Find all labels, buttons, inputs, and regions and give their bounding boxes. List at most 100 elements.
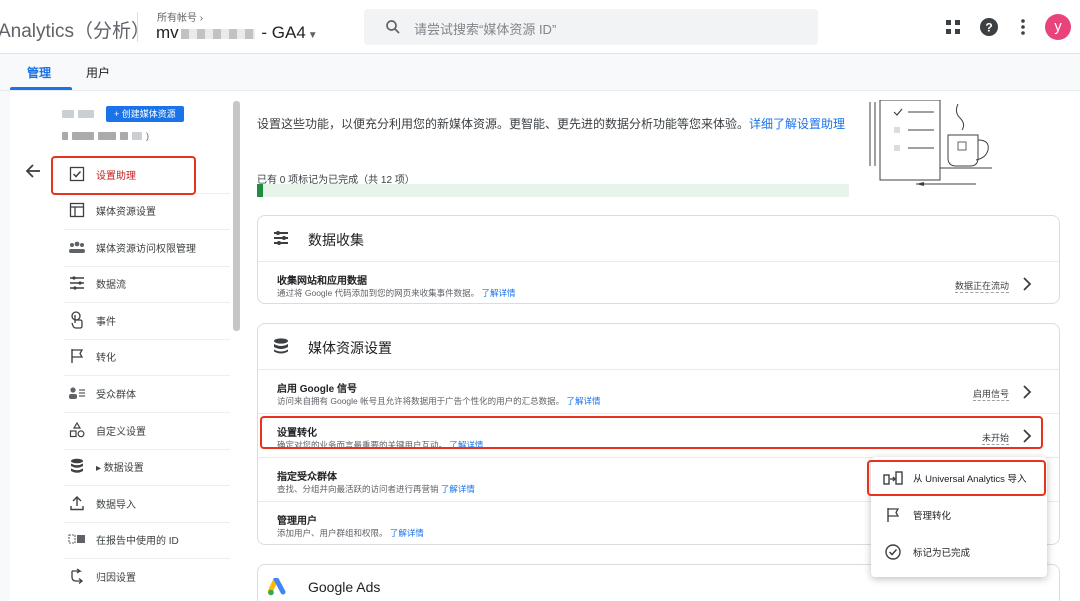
row-description: 通过将 Google 代码添加到您的网页来收集事件数据。 了解详情 [277,287,516,299]
sidebar-item-data-import[interactable]: 数据导入 [68,489,233,517]
account-breadcrumb[interactable]: 所有帐号 › [157,9,203,24]
chevron-right-icon[interactable] [1021,276,1033,292]
sidebar-item-label: 转化 [96,352,116,364]
redacted-text [78,110,94,118]
divider [64,412,230,413]
more-vert-icon[interactable] [1012,16,1034,38]
google-ads-icon [268,578,286,596]
learn-more-link[interactable]: 了解详情 [567,396,601,406]
redacted-text [98,132,116,140]
section-title: Google Ads [308,579,381,595]
attribution-icon [68,567,86,585]
upload-icon [68,494,86,512]
sidebar-scrollbar[interactable] [233,101,240,331]
highlight-import-from-ua [867,460,1046,496]
checklist-coffee-illustration [869,100,992,186]
property-name-prefix: mv [156,23,179,42]
sidebar-item-label: 归因设置 [96,572,136,584]
sidebar-item-label: 媒体资源设置 [96,206,156,218]
setup-row-google-signals[interactable]: 启用 Google 信号 访问来自拥有 Google 帐号且允许将数据用于广告个… [258,370,1059,414]
sidebar-item-conversions[interactable]: 转化 [68,342,233,370]
check-circle-icon [883,542,903,562]
sidebar-item-data-streams[interactable]: 数据流 [68,269,233,297]
database-icon [68,457,86,475]
help-icon[interactable]: ? [978,16,1000,38]
property-blurred: ) [62,131,149,141]
redacted-text [180,28,255,39]
audience-icon [68,384,86,402]
sidebar-item-property-settings[interactable]: 媒体资源设置 [68,196,233,224]
row-desc-text: 查找、分组并向最活跃的访问者进行再营销 [277,484,439,494]
menu-item-mark-complete[interactable]: 标记为已完成 [871,534,1047,570]
row-status: 数据正在流动 [954,281,1009,293]
divider [64,302,230,303]
flag-icon [883,505,903,525]
divider [137,12,138,42]
divider [64,485,230,486]
back-arrow-icon[interactable] [25,164,41,183]
section-header: 数据收集 [258,216,1059,262]
progress-fill [257,184,263,197]
row-desc-text: 添加用户、用户群组和权限。 [277,528,388,538]
search-bar[interactable]: 请尝试搜索“媒体资源 ID” [364,9,818,45]
row-title: 指定受众群体 [277,472,337,483]
avatar[interactable]: y [1045,14,1071,40]
highlight-setup-assistant [51,156,196,195]
tab-admin[interactable]: 管理 [27,64,51,81]
sidebar-item-reporting-identity[interactable]: 在报告中使用的 ID [68,525,233,553]
row-description: 添加用户、用户群组和权限。 了解详情 [277,527,424,539]
shapes-icon [68,421,86,439]
redacted-text [62,110,74,118]
learn-more-link[interactable]: 了解详情 [441,484,475,494]
sidebar-item-label: 在报告中使用的 ID [96,535,179,547]
sidebar-item-access-management[interactable]: 媒体资源访问权限管理 [68,233,233,261]
sidebar-item-label: 数据流 [96,279,126,291]
setup-progress-bar [257,184,849,197]
row-description: 访问来自拥有 Google 帐号且允许将数据用于广告个性化的用户的汇总数据。 了… [277,395,601,407]
sidebar-item-attribution-settings[interactable]: 归因设置 [68,562,233,590]
redacted-text [62,132,68,140]
learn-more-setup-link[interactable]: 详细了解设置助理 [749,117,845,131]
flag-icon [68,347,86,365]
touch-icon [68,311,86,329]
divider [64,229,230,230]
row-title: 启用 Google 信号 [277,384,357,395]
sidebar-item-data-settings[interactable]: ▸ 数据设置 [68,452,233,480]
menu-item-manage-conversions[interactable]: 管理转化 [871,497,1047,533]
id-icon [68,530,86,548]
sidebar-item-custom-definitions[interactable]: 自定义设置 [68,416,233,444]
redacted-text [120,132,128,140]
svg-text:?: ? [985,21,992,35]
create-property-button[interactable]: + 创建媒体资源 [106,106,184,122]
intro-body: 设置这些功能，以便充分利用您的新媒体资源。更智能、更先进的数据分析功能等您来体验… [257,117,750,131]
sidebar-item-label: 媒体资源访问权限管理 [96,243,196,255]
tab-user[interactable]: 用户 [86,64,110,81]
sidebar-item-label: 事件 [96,316,116,328]
database-icon [274,338,288,354]
top-bar: Analytics（分析） 所有帐号 › mv ‌ - GA4 ▼ 请尝试搜索“媒体… [0,0,1080,54]
sidebar-item-label: 数据导入 [96,499,136,511]
data-collection-icon [274,231,288,245]
divider [64,339,230,340]
property-icon [68,201,86,219]
highlight-setup-conversions [260,416,1043,449]
learn-more-link[interactable]: 了解详情 [390,528,424,538]
apps-grid-icon[interactable] [942,16,964,38]
setup-row-collect-data[interactable]: 收集网站和应用数据 通过将 Google 代码添加到您的网页来收集事件数据。 了… [258,262,1059,306]
chevron-right-icon[interactable] [1021,384,1033,400]
row-desc-text: 访问来自拥有 Google 帐号且允许将数据用于广告个性化的用户的汇总数据。 [277,396,565,406]
section-title: 媒体资源设置 [308,340,392,356]
divider [64,449,230,450]
left-rail [0,91,10,601]
search-icon [386,20,400,34]
sidebar-item-audiences[interactable]: 受众群体 [68,379,233,407]
learn-more-link[interactable]: 了解详情 [482,288,516,298]
divider [64,522,230,523]
redacted-text [72,132,94,140]
redacted-text [132,132,142,140]
property-selector[interactable]: mv ‌ - GA4 ▼ [156,23,318,43]
active-tab-indicator [10,87,72,90]
people-icon [68,238,86,256]
sidebar-item-events[interactable]: 事件 [68,306,233,334]
row-status: 启用信号 [972,389,1009,401]
